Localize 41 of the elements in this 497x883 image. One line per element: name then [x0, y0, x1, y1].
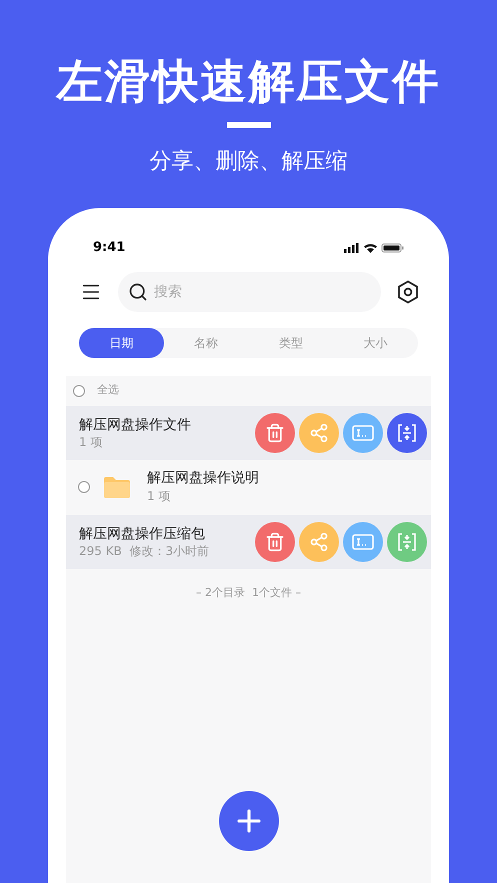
sort-tab[interactable]: 类型 — [248, 328, 334, 358]
file-meta: 295 KB 修改：3小时前 — [79, 542, 210, 558]
delete-button[interactable] — [255, 522, 295, 562]
settings-icon[interactable] — [397, 280, 419, 304]
delete-button[interactable] — [255, 412, 295, 452]
share-icon — [309, 422, 329, 442]
rename-button[interactable] — [343, 412, 383, 452]
search-icon — [128, 282, 148, 302]
select-all-label: 全选 — [97, 382, 119, 398]
list-summary: – 2个目录 1个文件 – — [196, 584, 301, 600]
rename-icon — [352, 424, 374, 440]
file-name: 解压网盘操作压缩包 — [79, 524, 206, 542]
sort-tab[interactable]: 名称 — [164, 328, 248, 358]
subtitle: 分享、删除、解压缩 — [150, 148, 348, 176]
extract-button[interactable] — [387, 412, 427, 452]
file-row[interactable]: 解压网盘操作说明 1 项 — [66, 460, 431, 514]
file-name: 解压网盘操作说明 — [147, 469, 259, 487]
select-checkbox[interactable] — [78, 481, 90, 493]
select-checkbox[interactable] — [73, 384, 85, 396]
rename-button[interactable] — [343, 522, 383, 562]
file-name: 解压网盘操作文件 — [79, 416, 192, 434]
extract-icon — [397, 532, 417, 552]
trash-icon — [265, 422, 285, 442]
folder-icon — [104, 476, 130, 498]
extract-icon — [397, 422, 417, 442]
headline: 左滑快速解压文件 — [56, 53, 440, 110]
share-button[interactable] — [299, 522, 339, 562]
file-meta: 1 项 — [79, 434, 104, 450]
file-meta: 1 项 — [147, 488, 172, 505]
search-field[interactable]: 搜索 — [118, 272, 381, 312]
rename-icon — [352, 534, 374, 550]
status-time: 9:41 — [93, 239, 126, 257]
sort-tab[interactable]: 大小 — [333, 328, 418, 358]
share-button[interactable] — [299, 412, 339, 452]
status-icons — [344, 242, 404, 253]
share-icon — [309, 532, 329, 552]
file-row[interactable]: 解压网盘操作压缩包 295 KB 修改：3小时前 — [66, 514, 431, 568]
headline-underline — [226, 122, 270, 128]
sort-tab[interactable]: 日期 — [79, 328, 164, 358]
trash-icon — [265, 532, 285, 552]
file-row[interactable]: 解压网盘操作文件 1 项 — [66, 406, 431, 460]
